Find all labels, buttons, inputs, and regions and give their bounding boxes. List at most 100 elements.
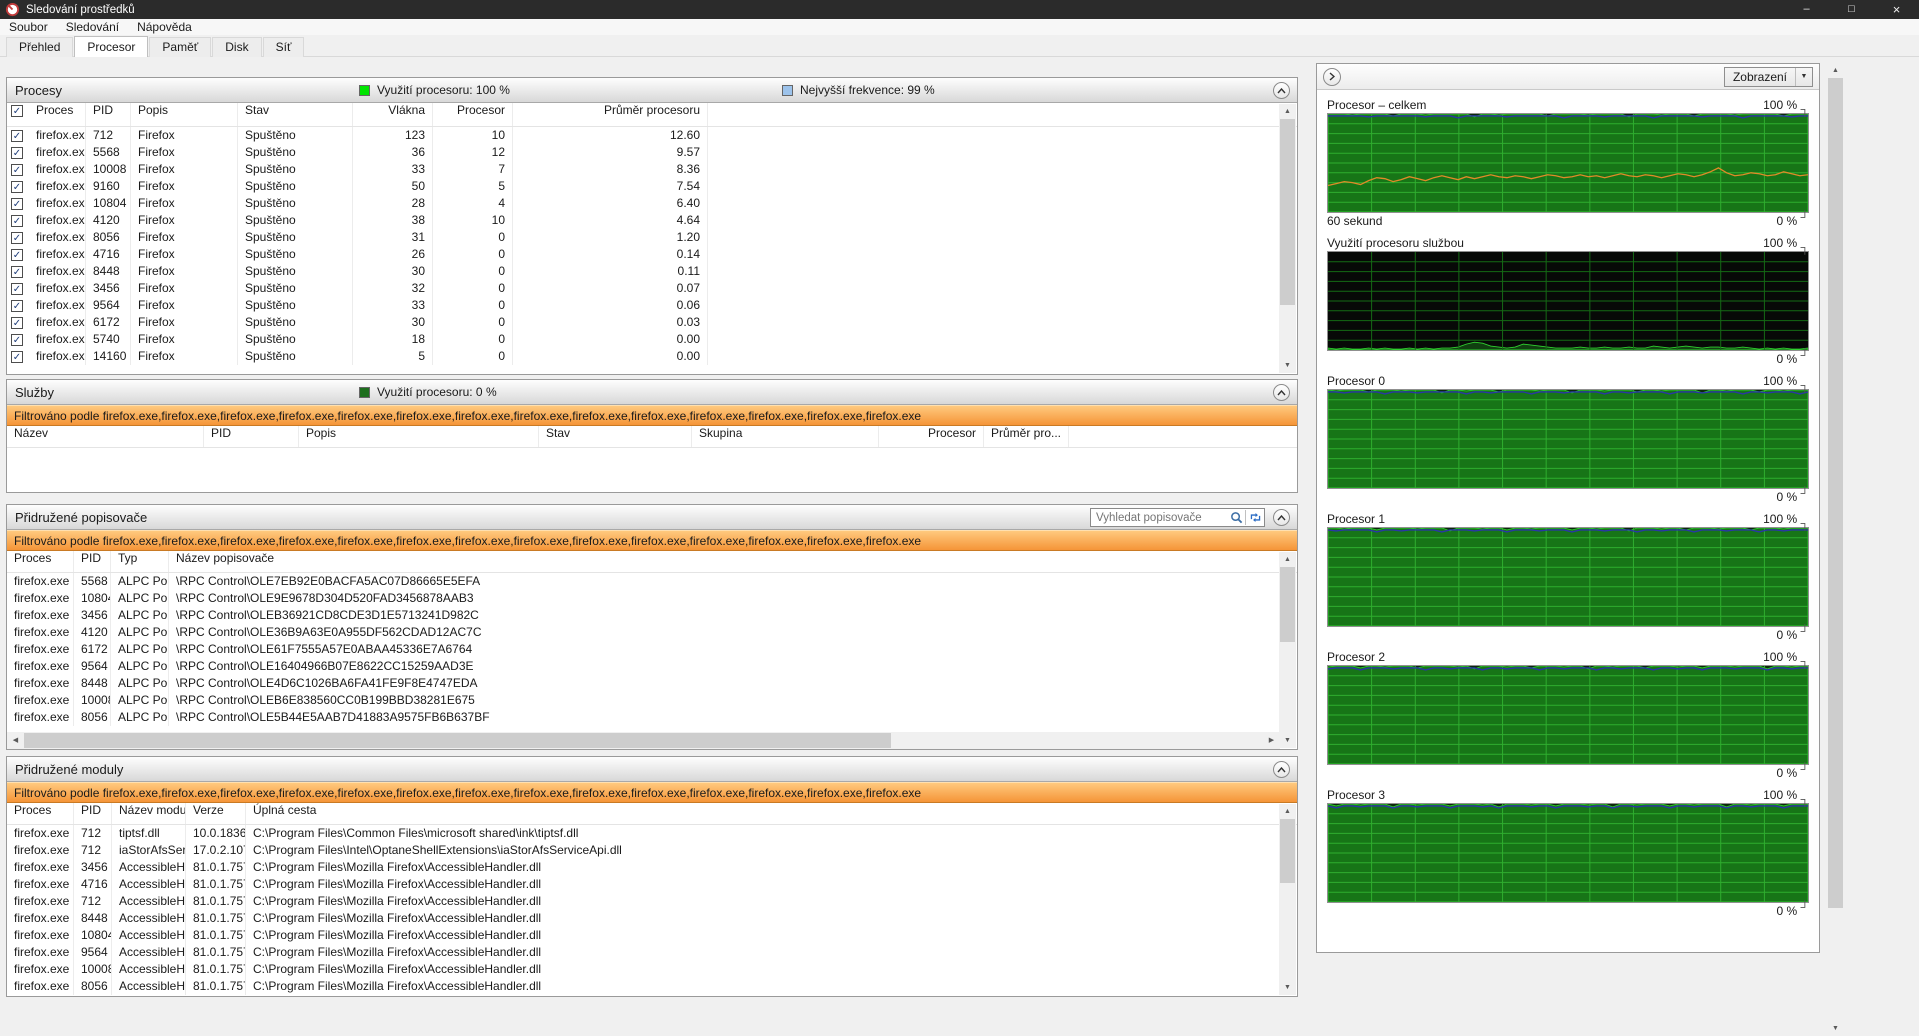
table-row[interactable]: firefox.exe8056ALPC Port\RPC Control\OLE… bbox=[7, 709, 1297, 726]
scroll-down-icon[interactable]: ▼ bbox=[1279, 980, 1296, 995]
minimize-button[interactable]: – bbox=[1784, 0, 1829, 19]
table-row[interactable]: ✓firefox.exe3456FirefoxSpuštěno3200.07 bbox=[7, 280, 1297, 297]
maximize-button[interactable]: □ bbox=[1829, 0, 1874, 19]
column-header-pid[interactable]: PID bbox=[74, 803, 112, 824]
scroll-down-icon[interactable]: ▼ bbox=[1827, 1021, 1844, 1036]
collapse-section-button[interactable] bbox=[1273, 384, 1290, 401]
scrollbar-thumb[interactable] bbox=[24, 733, 891, 748]
table-row[interactable]: ✓firefox.exe712FirefoxSpuštěno1231012.60 bbox=[7, 127, 1297, 144]
collapse-section-button[interactable] bbox=[1273, 509, 1290, 526]
table-row[interactable]: firefox.exe6172ALPC Port\RPC Control\OLE… bbox=[7, 641, 1297, 658]
tab-prehled[interactable]: Přehled bbox=[6, 37, 73, 57]
scrollbar-thumb[interactable] bbox=[1828, 78, 1843, 908]
scroll-left-icon[interactable]: ◀ bbox=[7, 732, 24, 749]
collapse-section-button[interactable] bbox=[1273, 761, 1290, 778]
menu-soubor[interactable]: Soubor bbox=[0, 20, 57, 34]
scroll-up-icon[interactable]: ▲ bbox=[1279, 104, 1296, 119]
close-button[interactable]: × bbox=[1874, 0, 1919, 19]
row-checkbox[interactable]: ✓ bbox=[7, 314, 29, 331]
table-row[interactable]: firefox.exe10008AccessibleHan...81.0.1.7… bbox=[7, 961, 1297, 978]
row-checkbox[interactable]: ✓ bbox=[7, 195, 29, 212]
table-row[interactable]: firefox.exe9564ALPC Port\RPC Control\OLE… bbox=[7, 658, 1297, 675]
modules-scrollbar[interactable]: ▲ ▼ bbox=[1279, 804, 1296, 995]
table-row[interactable]: ✓firefox.exe9160FirefoxSpuštěno5057.54 bbox=[7, 178, 1297, 195]
menu-napoveda[interactable]: Nápověda bbox=[128, 20, 201, 34]
column-header-pid[interactable]: PID bbox=[204, 426, 299, 447]
row-checkbox[interactable]: ✓ bbox=[7, 144, 29, 161]
row-checkbox[interactable]: ✓ bbox=[7, 263, 29, 280]
row-checkbox[interactable]: ✓ bbox=[7, 331, 29, 348]
search-icon[interactable] bbox=[1227, 511, 1245, 524]
column-header-proces[interactable]: ˆProces bbox=[29, 103, 86, 126]
row-checkbox[interactable]: ✓ bbox=[7, 348, 29, 365]
column-header-prumer[interactable]: Průměr pro... bbox=[984, 426, 1069, 447]
table-row[interactable]: firefox.exe3456ALPC Port\RPC Control\OLE… bbox=[7, 607, 1297, 624]
table-row[interactable]: ✓firefox.exe14160FirefoxSpuštěno500.00 bbox=[7, 348, 1297, 365]
table-row[interactable]: firefox.exe5568ALPC Port\RPC Control\OLE… bbox=[7, 573, 1297, 590]
row-checkbox[interactable]: ✓ bbox=[7, 127, 29, 144]
tab-procesor[interactable]: Procesor bbox=[74, 36, 148, 57]
tab-pamet[interactable]: Paměť bbox=[149, 37, 211, 57]
column-header-prumer[interactable]: Průměr procesoru bbox=[513, 103, 708, 126]
column-header-pid[interactable]: PID bbox=[86, 103, 131, 126]
column-header-stav[interactable]: Stav bbox=[238, 103, 353, 126]
scroll-down-icon[interactable]: ▼ bbox=[1279, 358, 1296, 373]
handles-horizontal-scrollbar[interactable]: ◀ ▶ bbox=[7, 732, 1280, 749]
table-row[interactable]: firefox.exe3456AccessibleHan...81.0.1.75… bbox=[7, 859, 1297, 876]
row-checkbox[interactable]: ✓ bbox=[7, 246, 29, 263]
table-row[interactable]: firefox.exe9564AccessibleHan...81.0.1.75… bbox=[7, 944, 1297, 961]
collapse-section-button[interactable] bbox=[1273, 82, 1290, 99]
select-all-checkbox[interactable]: ✓ bbox=[11, 105, 23, 117]
table-row[interactable]: firefox.exe712iaStorAfsServic...17.0.2.1… bbox=[7, 842, 1297, 859]
table-row[interactable]: ✓firefox.exe5740FirefoxSpuštěno1800.00 bbox=[7, 331, 1297, 348]
column-header-nazev-modulu[interactable]: Název modulu bbox=[112, 803, 186, 824]
row-checkbox[interactable]: ✓ bbox=[7, 297, 29, 314]
views-dropdown-button[interactable]: Zobrazení ▼ bbox=[1724, 67, 1813, 87]
table-row[interactable]: ✓firefox.exe4716FirefoxSpuštěno2600.14 bbox=[7, 246, 1297, 263]
row-checkbox[interactable]: ✓ bbox=[7, 280, 29, 297]
column-header-popis[interactable]: Popis bbox=[131, 103, 238, 126]
tab-sit[interactable]: Síť bbox=[263, 37, 305, 57]
table-row[interactable]: firefox.exe712tiptsf.dll10.0.18362....C:… bbox=[7, 825, 1297, 842]
table-row[interactable]: ✓firefox.exe10008FirefoxSpuštěno3378.36 bbox=[7, 161, 1297, 178]
table-row[interactable]: ✓firefox.exe9564FirefoxSpuštěno3300.06 bbox=[7, 297, 1297, 314]
menu-sledovani[interactable]: Sledování bbox=[57, 20, 128, 34]
tab-disk[interactable]: Disk bbox=[212, 37, 261, 57]
column-header-typ[interactable]: Typ bbox=[111, 551, 169, 572]
table-row[interactable]: firefox.exe8448AccessibleHan...81.0.1.75… bbox=[7, 910, 1297, 927]
scroll-down-icon[interactable]: ▼ bbox=[1279, 733, 1296, 748]
collapse-panel-button[interactable] bbox=[1323, 68, 1341, 86]
processes-scrollbar[interactable]: ▲ ▼ bbox=[1279, 104, 1296, 373]
scrollbar-thumb[interactable] bbox=[1280, 567, 1295, 642]
table-row[interactable]: firefox.exe8448ALPC Port\RPC Control\OLE… bbox=[7, 675, 1297, 692]
column-header-vlakna[interactable]: Vlákna bbox=[353, 103, 433, 126]
table-row[interactable]: firefox.exe10804ALPC Port\RPC Control\OL… bbox=[7, 590, 1297, 607]
scroll-up-icon[interactable]: ▲ bbox=[1279, 552, 1296, 567]
scrollbar-thumb[interactable] bbox=[1280, 819, 1295, 883]
column-header-uplna-cesta[interactable]: Úplná cesta bbox=[246, 803, 1297, 824]
table-row[interactable]: firefox.exe4716AccessibleHan...81.0.1.75… bbox=[7, 876, 1297, 893]
column-header-verze[interactable]: Verze bbox=[186, 803, 246, 824]
scroll-right-icon[interactable]: ▶ bbox=[1263, 732, 1280, 749]
table-row[interactable]: ✓firefox.exe5568FirefoxSpuštěno36129.57 bbox=[7, 144, 1297, 161]
table-row[interactable]: firefox.exe8056AccessibleHan...81.0.1.75… bbox=[7, 978, 1297, 995]
column-header-proces[interactable]: ˆProces bbox=[7, 803, 74, 824]
search-input[interactable] bbox=[1091, 512, 1227, 524]
column-header-proces[interactable]: ˆProces bbox=[7, 551, 74, 572]
table-row[interactable]: ✓firefox.exe4120FirefoxSpuštěno38104.64 bbox=[7, 212, 1297, 229]
column-header-skupina[interactable]: Skupina bbox=[692, 426, 879, 447]
row-checkbox[interactable]: ✓ bbox=[7, 161, 29, 178]
table-row[interactable]: ✓firefox.exe10804FirefoxSpuštěno2846.40 bbox=[7, 195, 1297, 212]
handles-scrollbar[interactable]: ▲ ▼ bbox=[1279, 552, 1296, 748]
refresh-icon[interactable] bbox=[1246, 511, 1264, 524]
column-header-procesor[interactable]: Procesor bbox=[879, 426, 984, 447]
table-row[interactable]: firefox.exe10804AccessibleHan...81.0.1.7… bbox=[7, 927, 1297, 944]
column-header-procesor[interactable]: Procesor bbox=[433, 103, 513, 126]
table-row[interactable]: firefox.exe712AccessibleHan...81.0.1.757… bbox=[7, 893, 1297, 910]
scroll-up-icon[interactable]: ▲ bbox=[1827, 63, 1844, 78]
row-checkbox[interactable]: ✓ bbox=[7, 178, 29, 195]
column-header-nazev-popisovace[interactable]: Název popisovače bbox=[169, 551, 1297, 572]
row-checkbox[interactable]: ✓ bbox=[7, 229, 29, 246]
scroll-up-icon[interactable]: ▲ bbox=[1279, 804, 1296, 819]
column-header-nazev[interactable]: Název bbox=[7, 426, 204, 447]
